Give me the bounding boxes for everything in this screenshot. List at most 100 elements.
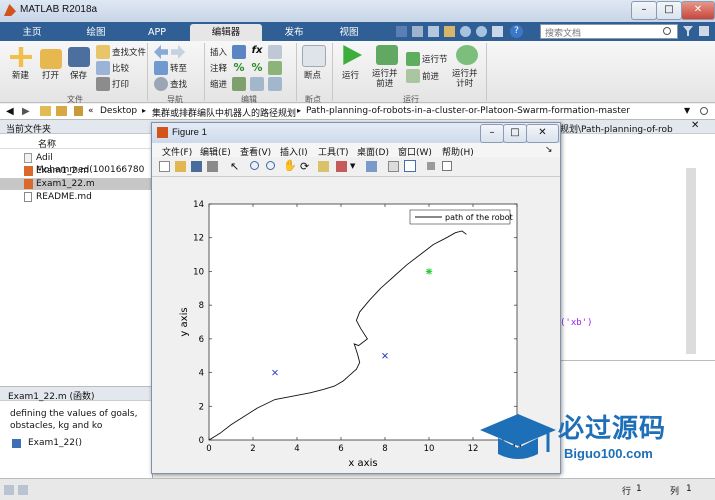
open-file-icon[interactable]	[175, 161, 186, 172]
zoom-out-icon[interactable]	[266, 161, 275, 170]
goto-icon[interactable]	[154, 61, 168, 75]
list-item[interactable]: Exam1_2.m	[0, 165, 153, 177]
list-item[interactable]: Exam1_22.m	[0, 178, 153, 190]
goto-button[interactable]: 转至	[170, 62, 187, 74]
search-icon[interactable]	[663, 27, 671, 35]
pan-icon[interactable]: ✋	[283, 159, 297, 172]
undo-icon[interactable]	[460, 26, 471, 37]
tab-home[interactable]: 主页	[2, 24, 62, 41]
tab-view[interactable]: 视图	[324, 24, 374, 41]
comment-percent-icon[interactable]: %	[232, 61, 246, 75]
breakpoints-button[interactable]: 断点	[304, 69, 321, 81]
new-icon[interactable]	[10, 47, 32, 67]
tab-publish[interactable]: 发布	[266, 24, 322, 41]
open-button[interactable]: 打开	[42, 69, 59, 81]
list-item[interactable]: README.md	[0, 191, 153, 203]
tab-editor[interactable]: 编辑器	[190, 24, 262, 41]
run-section-icon[interactable]	[406, 52, 420, 66]
figure-titlebar[interactable]: Figure 1 – □ ✕	[152, 123, 560, 143]
uncomment-icon[interactable]: %	[250, 61, 264, 75]
indent-button[interactable]: 缩进	[210, 78, 227, 90]
path-root-icon[interactable]	[74, 106, 83, 116]
run-and-time-button[interactable]: 运行并 计时	[452, 69, 478, 89]
up-folder-icon[interactable]	[40, 106, 51, 116]
find-files-button[interactable]: 查找文件	[112, 46, 146, 58]
comment-button[interactable]: 注释	[210, 62, 227, 74]
search-box[interactable]: 搜索文档	[540, 24, 678, 39]
save-big-icon[interactable]	[68, 47, 90, 67]
pointer-icon[interactable]: ↖	[230, 160, 239, 173]
layout-icon[interactable]	[492, 26, 503, 37]
column-header[interactable]: 名称	[0, 136, 153, 150]
zoom-in-icon[interactable]	[250, 161, 259, 170]
decrease-indent-icon[interactable]	[268, 77, 282, 91]
compare-icon[interactable]	[96, 61, 110, 75]
insert-section-icon[interactable]	[232, 45, 246, 59]
path-segment-desktop[interactable]: Desktop	[100, 106, 137, 116]
tab-apps[interactable]: APP	[130, 24, 184, 41]
rotate-icon[interactable]: ⟳	[300, 160, 309, 173]
path-segment-project[interactable]: 集群或排群编队中机器人的路径规划	[152, 106, 296, 119]
brush-dropdown-icon[interactable]: ▼	[350, 162, 355, 170]
breakpoint-icon[interactable]	[302, 45, 326, 67]
back-arrow-icon[interactable]	[154, 45, 168, 59]
brush-icon[interactable]	[336, 161, 347, 172]
search-folder-icon[interactable]	[700, 107, 708, 115]
save-figure-icon[interactable]	[191, 161, 202, 172]
expand-icon[interactable]	[699, 26, 709, 36]
editor-close-icon[interactable]: ✕	[691, 120, 699, 131]
find-icon[interactable]	[154, 77, 168, 91]
insert-field-icon[interactable]	[268, 45, 282, 59]
print-figure-icon[interactable]	[207, 161, 218, 172]
maximize-button[interactable]: □	[656, 1, 682, 20]
hide-tools-icon[interactable]	[427, 162, 435, 170]
path-segment-folder[interactable]: Path-planning-of-robots-in-a-cluster-or-…	[306, 106, 630, 116]
tab-plots[interactable]: 绘图	[66, 24, 126, 41]
data-cursor-icon[interactable]	[318, 161, 329, 172]
print-icon[interactable]	[96, 77, 110, 91]
compare-button[interactable]: 比较	[112, 62, 129, 74]
figure-minimize-button[interactable]: –	[480, 124, 504, 143]
run-icon[interactable]	[343, 45, 362, 65]
forward-icon[interactable]: ▶	[22, 106, 30, 117]
fx-icon[interactable]: fx	[250, 44, 264, 58]
wrap-comment-icon[interactable]	[268, 61, 282, 75]
code-text[interactable]: ('xb')	[560, 318, 593, 328]
save-icon[interactable]	[396, 26, 407, 37]
advance-button[interactable]: 前进	[422, 70, 439, 82]
figure-maximize-button[interactable]: □	[503, 124, 527, 143]
advance-icon[interactable]	[406, 69, 420, 83]
link-plot-icon[interactable]	[366, 161, 377, 172]
editor-scrollbar[interactable]	[686, 168, 696, 354]
run-advance-icon[interactable]	[376, 45, 398, 65]
help-icon[interactable]: ?	[510, 25, 523, 38]
print-button[interactable]: 打印	[112, 78, 129, 90]
close-button[interactable]: ✕	[681, 1, 715, 20]
save-button[interactable]: 保存	[70, 69, 87, 81]
copy-icon[interactable]	[428, 26, 439, 37]
figure-close-button[interactable]: ✕	[526, 124, 559, 143]
find-button[interactable]: 查找	[170, 78, 187, 90]
increase-indent-icon[interactable]	[250, 77, 264, 91]
run-button[interactable]: 运行	[342, 69, 359, 81]
back-icon[interactable]: ◀	[6, 106, 14, 117]
run-time-icon[interactable]	[456, 45, 478, 65]
new-button[interactable]: 新建	[12, 69, 29, 81]
details-function[interactable]: Exam1_22()	[10, 438, 150, 450]
legend-toggle-icon[interactable]	[404, 160, 416, 172]
browse-folder-icon[interactable]	[56, 106, 67, 116]
run-section-button[interactable]: 运行节	[422, 53, 448, 65]
cut-icon[interactable]	[412, 26, 423, 37]
smart-indent-icon[interactable]	[232, 77, 246, 91]
list-item[interactable]: Adil Mohammed(100166780	[0, 152, 153, 175]
open-folder-icon[interactable]	[40, 49, 62, 69]
search-input[interactable]: 搜索文档	[545, 26, 581, 39]
minimize-button[interactable]: –	[631, 1, 657, 20]
menubar-dock-icon[interactable]: ↘	[545, 145, 553, 155]
path-dropdown-icon[interactable]: ▼	[684, 106, 690, 115]
insert-button[interactable]: 插入	[210, 46, 227, 58]
find-files-icon[interactable]	[96, 45, 110, 59]
paste-icon[interactable]	[444, 26, 455, 37]
filter-icon[interactable]	[683, 26, 693, 36]
new-figure-icon[interactable]	[159, 161, 170, 172]
